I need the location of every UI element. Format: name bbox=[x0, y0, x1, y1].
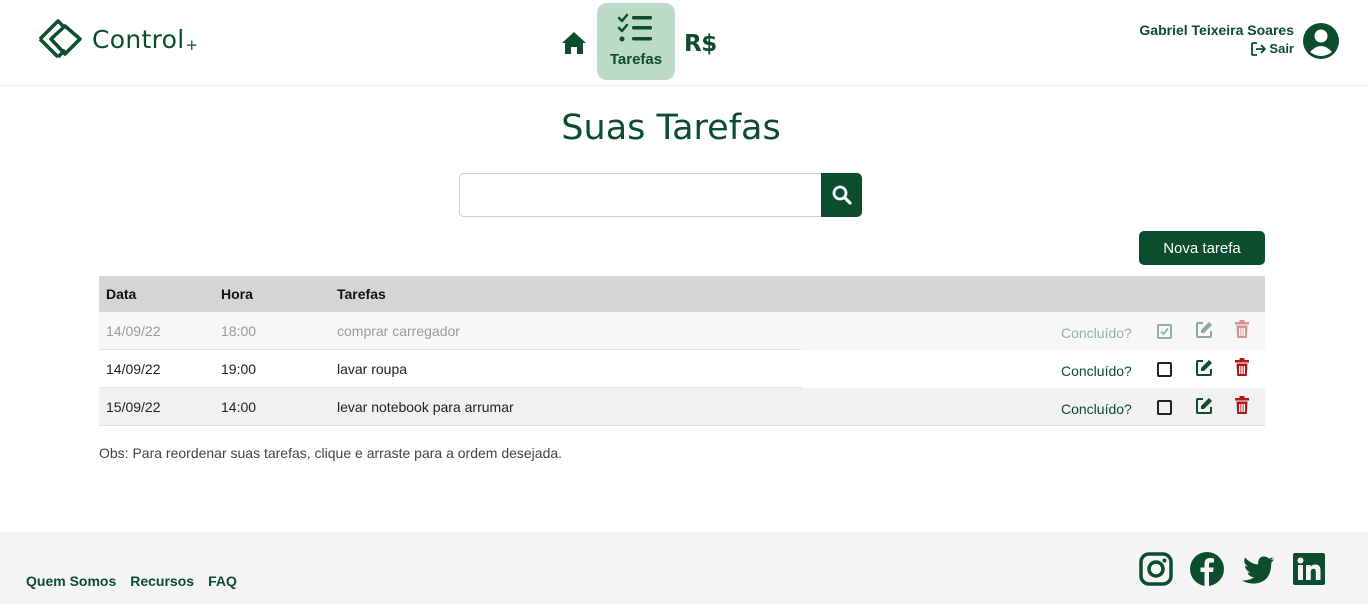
delete-icon[interactable] bbox=[1234, 396, 1250, 415]
table-row[interactable]: 15/09/22 14:00 levar notebook para arrum… bbox=[99, 388, 1265, 426]
logo-diamond-icon bbox=[38, 19, 82, 59]
table-row[interactable]: 14/09/22 19:00 lavar roupa Concluído? bbox=[99, 350, 1265, 388]
brand-logo[interactable]: Control+ bbox=[36, 18, 198, 60]
delete-icon[interactable] bbox=[1234, 358, 1250, 377]
search-icon bbox=[832, 185, 852, 205]
avatar-icon[interactable] bbox=[1302, 22, 1340, 60]
row-task: comprar carregador bbox=[337, 323, 460, 339]
row-time: 14:00 bbox=[221, 399, 257, 415]
row-date: 15/09/22 bbox=[106, 399, 161, 415]
edit-icon[interactable] bbox=[1195, 321, 1213, 339]
nav-tasks[interactable]: Tarefas bbox=[597, 3, 675, 80]
done-label: Concluído? bbox=[1061, 325, 1132, 341]
main-nav: Tarefas R$ bbox=[556, 3, 717, 80]
done-checkbox[interactable] bbox=[1157, 324, 1172, 339]
done-checkbox[interactable] bbox=[1157, 400, 1172, 415]
nav-home[interactable] bbox=[556, 25, 592, 61]
done-label: Concluído? bbox=[1061, 363, 1132, 379]
home-icon bbox=[562, 32, 586, 54]
table-row[interactable]: 14/09/22 18:00 comprar carregador Conclu… bbox=[99, 312, 1265, 350]
footer-links: Quem Somos Recursos FAQ bbox=[26, 573, 251, 589]
edit-icon[interactable] bbox=[1195, 359, 1213, 377]
row-time: 18:00 bbox=[221, 323, 257, 339]
logout-button[interactable]: Sair bbox=[1251, 41, 1294, 56]
twitter-icon[interactable] bbox=[1241, 552, 1275, 586]
footer-link-resources[interactable]: Recursos bbox=[130, 573, 194, 589]
footer-link-faq[interactable]: FAQ bbox=[208, 573, 237, 589]
brand-name: Control+ bbox=[92, 24, 199, 54]
header-time: Hora bbox=[221, 286, 253, 302]
social-links bbox=[1139, 552, 1343, 586]
page-title: Suas Tarefas bbox=[561, 108, 781, 148]
footer-link-about[interactable]: Quem Somos bbox=[26, 573, 116, 589]
footer: Quem Somos Recursos FAQ bbox=[0, 532, 1368, 604]
row-date: 14/09/22 bbox=[106, 323, 161, 339]
linkedin-icon[interactable] bbox=[1292, 552, 1326, 586]
user-menu: Gabriel Teixeira Soares Sair bbox=[1139, 22, 1340, 61]
row-task: lavar roupa bbox=[337, 361, 408, 377]
instagram-icon[interactable] bbox=[1139, 552, 1173, 586]
search-button[interactable] bbox=[821, 173, 862, 217]
facebook-icon[interactable] bbox=[1190, 552, 1224, 586]
header-task: Tarefas bbox=[337, 286, 386, 302]
top-header: Control+ Tarefas R$ Gabriel Teixeira Soa… bbox=[0, 0, 1368, 86]
nav-tasks-label: Tarefas bbox=[609, 51, 663, 68]
tasks-table: Data Hora Tarefas 14/09/22 18:00 comprar… bbox=[99, 276, 1265, 426]
row-date: 14/09/22 bbox=[106, 361, 161, 377]
logout-icon bbox=[1251, 41, 1267, 56]
table-header: Data Hora Tarefas bbox=[99, 276, 1265, 312]
header-date: Data bbox=[106, 286, 137, 302]
done-checkbox[interactable] bbox=[1157, 362, 1172, 377]
delete-icon[interactable] bbox=[1234, 320, 1250, 339]
search-bar bbox=[459, 173, 862, 217]
user-name: Gabriel Teixeira Soares bbox=[1139, 22, 1294, 38]
row-task: levar notebook para arrumar bbox=[337, 399, 514, 415]
search-input[interactable] bbox=[459, 173, 821, 217]
nav-finance[interactable]: R$ bbox=[684, 31, 717, 57]
new-task-button[interactable]: Nova tarefa bbox=[1139, 231, 1265, 265]
row-time: 19:00 bbox=[221, 361, 257, 377]
reorder-note: Obs: Para reordenar suas tarefas, clique… bbox=[99, 445, 563, 461]
row-divider bbox=[99, 425, 1265, 426]
task-list-icon bbox=[617, 13, 652, 42]
done-label: Concluído? bbox=[1061, 401, 1132, 417]
check-icon bbox=[1160, 327, 1169, 336]
edit-icon[interactable] bbox=[1195, 397, 1213, 415]
